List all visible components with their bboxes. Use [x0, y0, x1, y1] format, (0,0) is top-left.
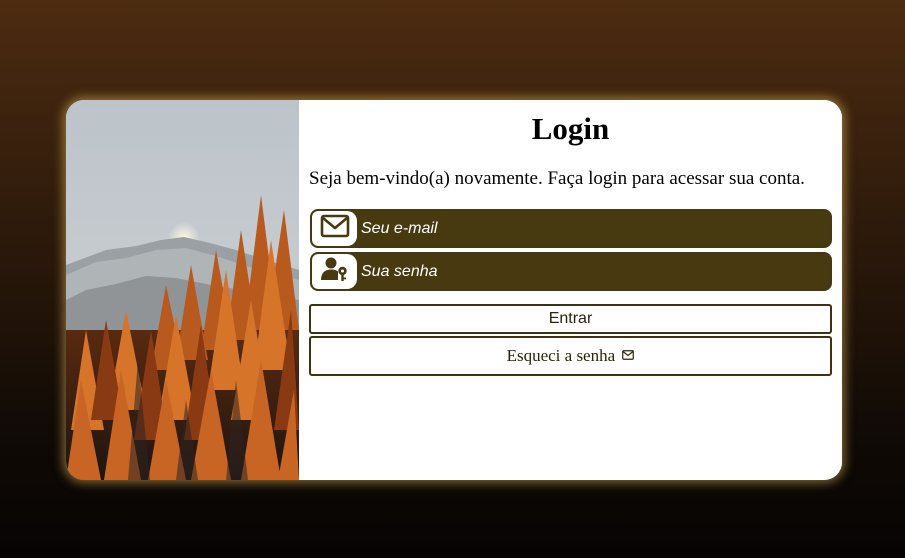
autumn-forest-image — [66, 100, 299, 480]
login-panel: Login Seja bem-vindo(a) novamente. Faça … — [299, 100, 842, 480]
email-input[interactable] — [357, 211, 830, 246]
login-card: Login Seja bem-vindo(a) novamente. Faça … — [66, 100, 842, 480]
welcome-text: Seja bem-vindo(a) novamente. Faça login … — [309, 168, 805, 189]
forgot-password-label: Esqueci a senha — [506, 346, 616, 365]
mail-icon — [320, 214, 350, 243]
password-field — [310, 252, 832, 291]
email-field — [310, 209, 832, 248]
password-icon-box — [312, 254, 357, 289]
login-button[interactable]: Entrar — [309, 304, 832, 334]
user-key-icon — [320, 256, 350, 287]
forest-illustration — [66, 100, 299, 480]
password-input[interactable] — [357, 254, 830, 289]
email-icon-box — [312, 211, 357, 246]
envelope-icon — [622, 337, 635, 373]
forgot-password-button[interactable]: Esqueci a senha — [309, 336, 832, 376]
page-title: Login — [531, 111, 610, 146]
